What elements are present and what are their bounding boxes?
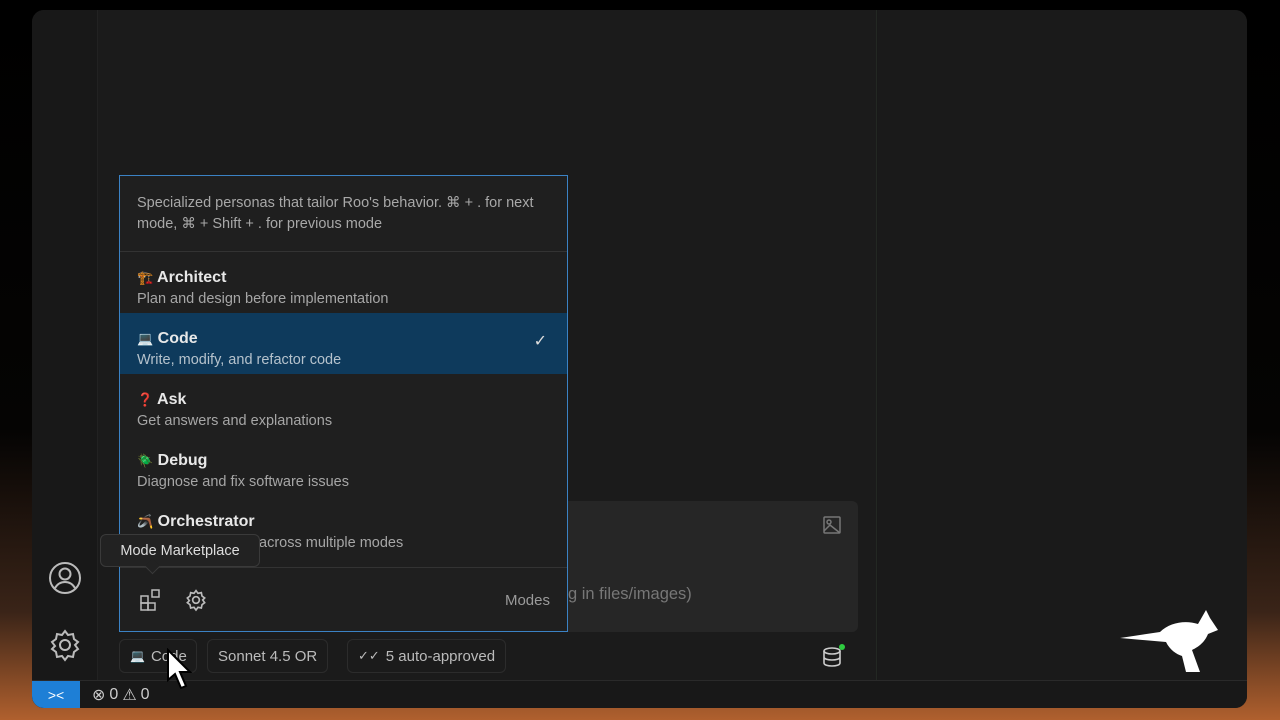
database-icon[interactable] bbox=[820, 644, 846, 670]
architect-icon: 🏗️ bbox=[137, 270, 154, 285]
chat-input[interactable]: g in files/images) bbox=[568, 501, 858, 632]
mode-item-debug[interactable]: 🪲 Debug Diagnose and fix software issues bbox=[120, 435, 567, 496]
error-icon: ⊗ bbox=[92, 686, 106, 704]
kangaroo-logo bbox=[1120, 610, 1218, 672]
problems-indicator[interactable]: ⊗ 0 ⚠ 0 bbox=[92, 685, 150, 705]
model-selector-button[interactable]: Sonnet 4.5 OR bbox=[207, 639, 329, 673]
mouse-cursor bbox=[167, 648, 193, 690]
laptop-icon: 💻 bbox=[130, 649, 145, 663]
input-placeholder: g in files/images) bbox=[568, 585, 692, 603]
marketplace-icon[interactable] bbox=[139, 588, 163, 612]
check-icon: ✓ bbox=[533, 333, 547, 350]
bug-icon: 🪲 bbox=[137, 453, 154, 468]
settings-gear-icon[interactable] bbox=[47, 627, 83, 663]
mode-marketplace-tooltip: Mode Marketplace bbox=[100, 534, 260, 567]
mode-item-ask[interactable]: ❓ Ask Get answers and explanations bbox=[120, 374, 567, 435]
activity-bar bbox=[32, 10, 98, 680]
popup-description: Specialized personas that tailor Roo's b… bbox=[120, 176, 567, 252]
auto-approve-button[interactable]: ✓✓ 5 auto-approved bbox=[347, 639, 507, 673]
remote-button[interactable]: >< bbox=[32, 680, 80, 708]
laptop-icon: 💻 bbox=[137, 331, 154, 346]
mode-item-code[interactable]: 💻 Code Write, modify, and refactor code … bbox=[120, 313, 567, 374]
boomerang-icon: 🪃 bbox=[137, 514, 154, 529]
status-bar: >< ⊗ 0 ⚠ 0 bbox=[32, 680, 1247, 708]
popup-footer: Modes bbox=[120, 567, 567, 631]
mode-settings-icon[interactable] bbox=[184, 588, 208, 612]
double-check-icon: ✓✓ bbox=[358, 648, 380, 663]
question-icon: ❓ bbox=[137, 392, 154, 407]
modes-label: Modes bbox=[504, 592, 550, 609]
editor-area bbox=[878, 10, 1247, 680]
account-icon[interactable] bbox=[47, 560, 83, 596]
mode-item-architect[interactable]: 🏗️ Architect Plan and design before impl… bbox=[120, 252, 567, 313]
image-attach-icon[interactable] bbox=[822, 515, 842, 535]
remote-icon: >< bbox=[47, 686, 65, 703]
warning-icon: ⚠ bbox=[122, 686, 137, 704]
